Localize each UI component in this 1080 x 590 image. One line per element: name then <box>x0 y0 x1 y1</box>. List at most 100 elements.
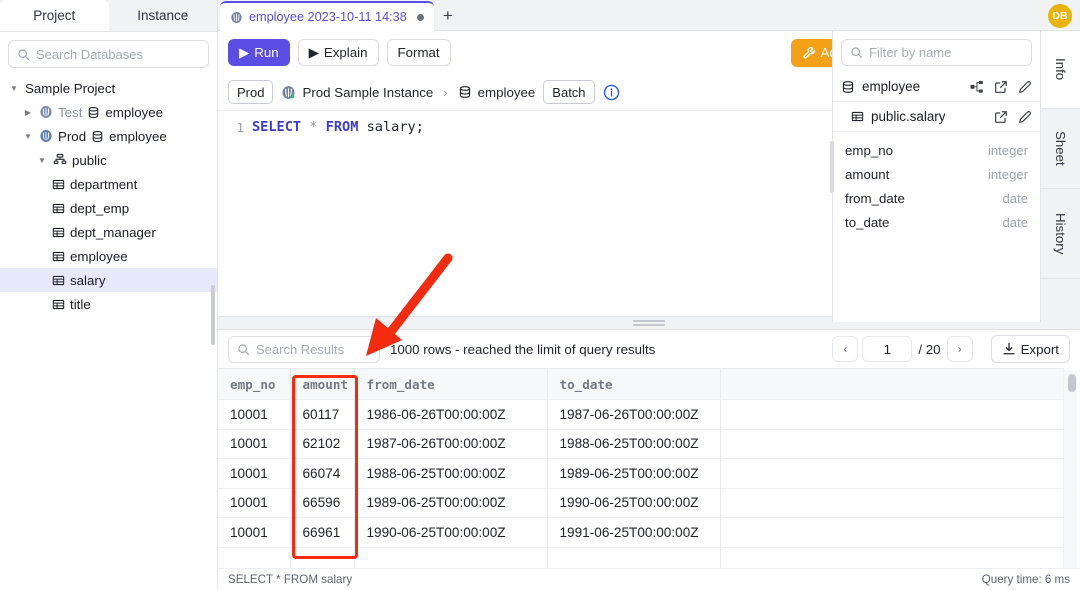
cell-amount[interactable]: 62102 <box>290 429 354 459</box>
next-page-button[interactable]: › <box>947 336 973 362</box>
vtab-info[interactable]: Info <box>1041 31 1080 109</box>
table-icon <box>52 202 65 215</box>
filter-by-name-input[interactable]: Filter by name <box>841 39 1032 66</box>
column-row-to-date[interactable]: to_date date <box>833 210 1040 234</box>
results-scrollbar-thumb[interactable] <box>1068 374 1076 392</box>
filter-by-name-placeholder: Filter by name <box>869 45 951 60</box>
table-icon <box>52 298 65 311</box>
cell-emp-no[interactable]: 10001 <box>218 400 290 430</box>
tree-item-salary[interactable]: salary <box>0 268 217 292</box>
cell-from-date[interactable]: 1989-06-25T00:00:00Z <box>354 488 547 518</box>
column-header-emp-no[interactable]: emp_no <box>218 369 290 400</box>
edit-icon[interactable] <box>1018 80 1032 94</box>
external-link-icon[interactable] <box>994 110 1008 124</box>
cell-from-date[interactable]: 1990-06-25T00:00:00Z <box>354 518 547 548</box>
right-panel-table-row[interactable]: public.salary <box>833 102 1040 132</box>
info-icon[interactable] <box>603 84 620 101</box>
cell-amount[interactable]: 66596 <box>290 488 354 518</box>
avatar[interactable]: DB <box>1048 4 1072 28</box>
vtab-history[interactable]: History <box>1041 189 1080 279</box>
right-panel-table-name: public.salary <box>871 109 945 124</box>
tree-item-public-schema[interactable]: ▼ public <box>0 148 217 172</box>
search-databases-placeholder: Search Databases <box>36 47 143 62</box>
query-tab[interactable]: employee 2023-10-11 14:38 <box>220 1 434 31</box>
cell-to-date[interactable]: 1987-06-26T00:00:00Z <box>547 400 720 430</box>
column-header-to-date[interactable]: to_date <box>547 369 720 400</box>
tree-label: employee <box>70 249 128 264</box>
left-sidebar: Project Instance Search Databases ▼ Samp… <box>0 0 218 590</box>
cell-emp-no[interactable]: 10001 <box>218 488 290 518</box>
results-table-body: 10001 60117 1986-06-26T00:00:00Z 1987-06… <box>218 400 1063 577</box>
results-scrollbar[interactable] <box>1063 370 1077 568</box>
right-panel-resize-handle[interactable] <box>830 141 834 193</box>
row-count-info: 1000 rows - reached the limit of query r… <box>390 342 655 357</box>
export-button[interactable]: Export <box>991 335 1070 363</box>
explain-button[interactable]: ▶ Explain <box>298 39 379 66</box>
cell-amount[interactable]: 66961 <box>290 518 354 548</box>
format-label: Format <box>398 45 440 60</box>
breadcrumb-database[interactable]: employee <box>458 85 536 100</box>
vtab-sheet[interactable]: Sheet <box>1041 109 1080 189</box>
cell-from-date[interactable]: 1987-06-26T00:00:00Z <box>354 429 547 459</box>
right-panel-database-row[interactable]: employee <box>833 72 1040 102</box>
chevron-down-icon[interactable]: ▼ <box>36 156 48 165</box>
tab-project[interactable]: Project <box>0 0 109 31</box>
column-row-from-date[interactable]: from_date date <box>833 186 1040 210</box>
table-row[interactable]: 10001 66961 1990-06-25T00:00:00Z 1991-06… <box>218 518 1063 548</box>
cell-amount[interactable]: 60117 <box>290 400 354 430</box>
tree-item-dept-manager[interactable]: dept_manager <box>0 220 217 244</box>
chevron-down-icon[interactable]: ▼ <box>22 132 34 141</box>
cell-amount[interactable]: 66074 <box>290 459 354 489</box>
sql-code[interactable]: SELECT * FROM salary; <box>252 117 424 138</box>
search-databases-input[interactable]: Search Databases <box>8 40 209 68</box>
tree-item-title[interactable]: title <box>0 292 217 316</box>
table-icon <box>52 178 65 191</box>
tree-item-department[interactable]: department <box>0 172 217 196</box>
column-header-amount[interactable]: amount <box>290 369 354 400</box>
cell-to-date[interactable]: 1989-06-25T00:00:00Z <box>547 459 720 489</box>
env-chip[interactable]: Prod <box>228 80 273 104</box>
tree-item-test-employee[interactable]: ▶ Test employee <box>0 100 217 124</box>
tree-item-sample-project[interactable]: ▼ Sample Project <box>0 76 217 100</box>
cell-emp-no[interactable]: 10001 <box>218 459 290 489</box>
tree-sublabel: employee <box>109 129 167 144</box>
cell-from-date[interactable]: 1986-06-26T00:00:00Z <box>354 400 547 430</box>
cell-emp-no[interactable]: 10001 <box>218 518 290 548</box>
page-number-input[interactable]: 1 <box>862 336 912 362</box>
schema-diagram-icon[interactable] <box>970 80 984 94</box>
tree-item-employee[interactable]: employee <box>0 244 217 268</box>
chevron-down-icon[interactable]: ▼ <box>8 84 20 93</box>
sidebar-tabs: Project Instance <box>0 0 217 32</box>
main-area: employee 2023-10-11 14:38 + ▶ Run ▶ Expl… <box>218 0 1080 590</box>
new-tab-button[interactable]: + <box>434 1 462 31</box>
cell-to-date[interactable]: 1991-06-25T00:00:00Z <box>547 518 720 548</box>
postgres-icon <box>39 129 53 143</box>
column-row-amount[interactable]: amount integer <box>833 162 1040 186</box>
cell-emp-no[interactable]: 10001 <box>218 429 290 459</box>
batch-label: Batch <box>552 85 585 100</box>
column-header-filler <box>720 369 1063 400</box>
column-row-emp-no[interactable]: emp_no integer <box>833 138 1040 162</box>
table-row[interactable]: 10001 60117 1986-06-26T00:00:00Z 1987-06… <box>218 400 1063 430</box>
search-results-input[interactable]: Search Results <box>228 336 380 363</box>
external-link-icon[interactable] <box>994 80 1008 94</box>
tree-item-prod-employee[interactable]: ▼ Prod employee <box>0 124 217 148</box>
table-row[interactable]: 10001 62102 1987-06-26T00:00:00Z 1988-06… <box>218 429 1063 459</box>
column-name: to_date <box>845 215 889 230</box>
table-row[interactable]: 10001 66596 1989-06-25T00:00:00Z 1990-06… <box>218 488 1063 518</box>
breadcrumb-instance[interactable]: Prod Sample Instance <box>281 85 433 100</box>
tree-item-dept-emp[interactable]: dept_emp <box>0 196 217 220</box>
cell-to-date[interactable]: 1988-06-25T00:00:00Z <box>547 429 720 459</box>
edit-icon[interactable] <box>1018 110 1032 124</box>
run-button[interactable]: ▶ Run <box>228 39 290 66</box>
prev-page-button[interactable]: ‹ <box>832 336 858 362</box>
cell-from-date[interactable]: 1988-06-25T00:00:00Z <box>354 459 547 489</box>
column-header-from-date[interactable]: from_date <box>354 369 547 400</box>
format-button[interactable]: Format <box>387 39 451 66</box>
cell-to-date[interactable]: 1990-06-25T00:00:00Z <box>547 488 720 518</box>
batch-button[interactable]: Batch <box>543 80 594 104</box>
sidebar-scrollbar[interactable] <box>211 285 215 345</box>
chevron-right-icon[interactable]: ▶ <box>22 108 34 117</box>
table-row[interactable]: 10001 66074 1988-06-25T00:00:00Z 1989-06… <box>218 459 1063 489</box>
tab-instance[interactable]: Instance <box>109 0 218 31</box>
